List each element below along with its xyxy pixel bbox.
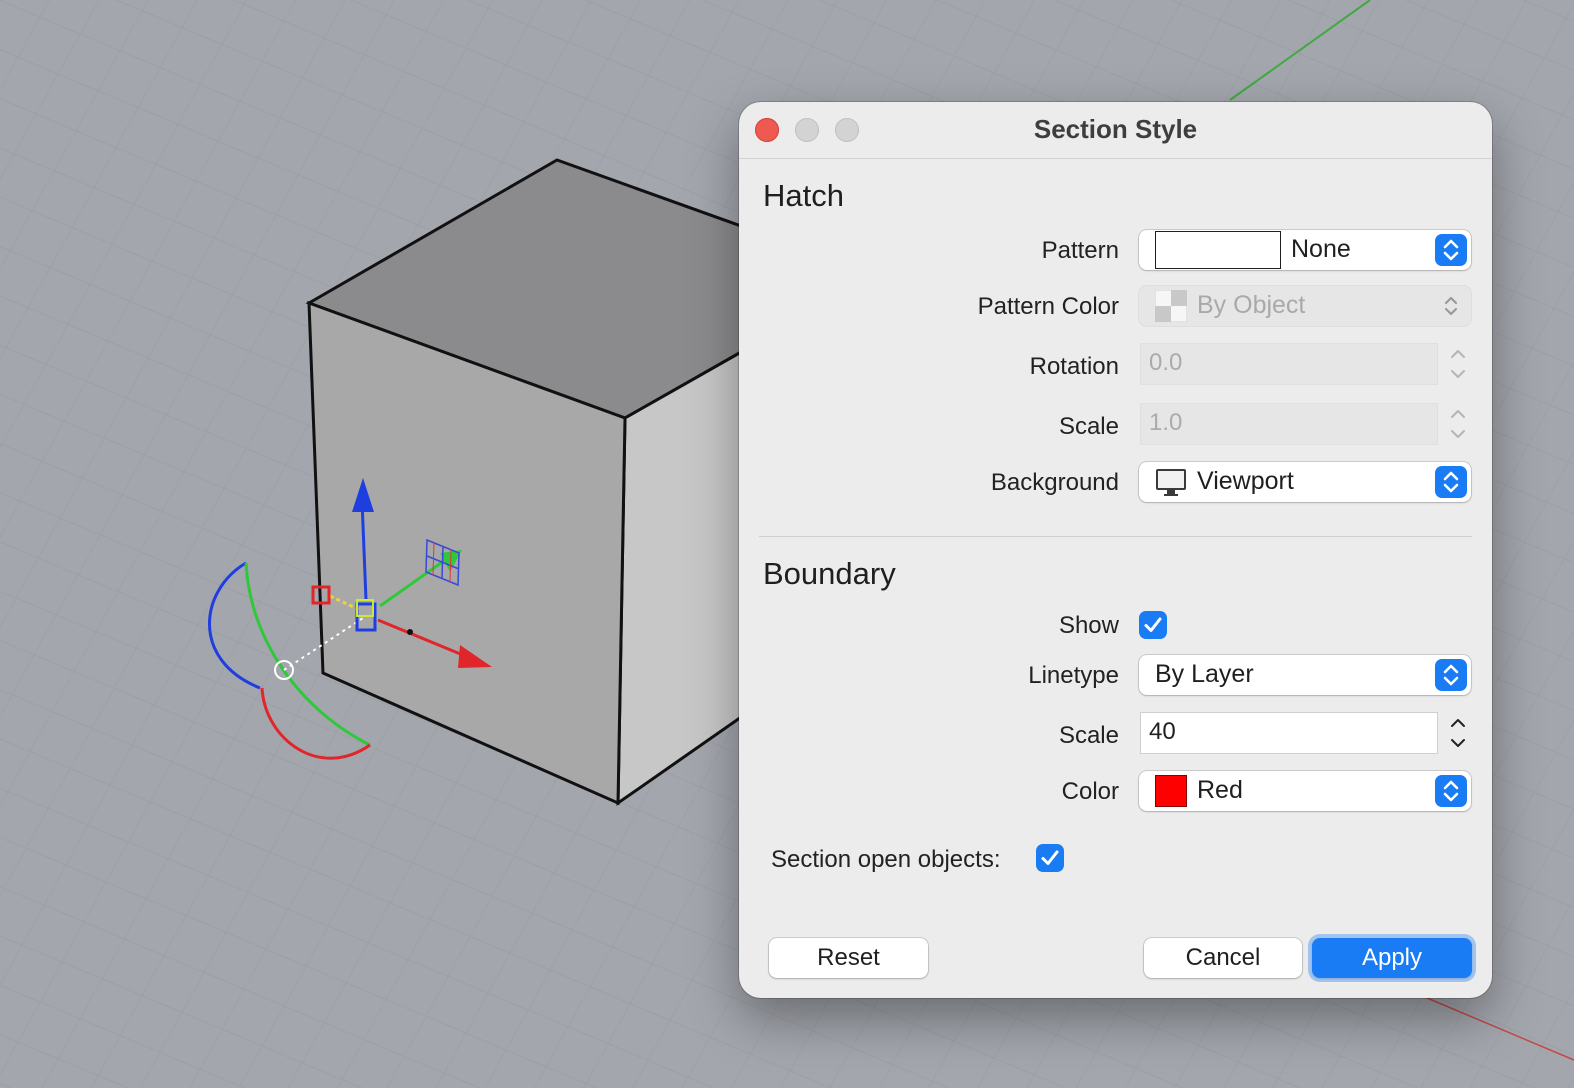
- stepper-down-icon[interactable]: [1445, 424, 1471, 444]
- color-label: Color: [1061, 778, 1119, 805]
- hatch-heading: Hatch: [763, 178, 844, 213]
- hatch-scale-value: 1.0: [1149, 409, 1183, 436]
- stepper-down-icon[interactable]: [1445, 364, 1471, 384]
- linetype-label: Linetype: [1028, 662, 1119, 689]
- title-bar[interactable]: Section Style: [739, 102, 1492, 159]
- pattern-value: None: [1291, 235, 1351, 263]
- boundary-scale-label: Scale: [1058, 722, 1119, 749]
- rotation-field[interactable]: 0.0: [1141, 344, 1437, 384]
- pattern-popup[interactable]: None: [1139, 230, 1471, 270]
- color-swatch: [1155, 775, 1187, 807]
- window-title: Section Style: [1033, 114, 1198, 144]
- chevron-updown-icon: [1435, 659, 1467, 691]
- monitor-icon: [1155, 466, 1187, 498]
- background-value: Viewport: [1197, 467, 1294, 495]
- hatch-scale-field[interactable]: 1.0: [1141, 404, 1437, 444]
- section-style-dialog: Section Style Hatch Pattern None Pattern…: [739, 102, 1492, 998]
- background-label: Background: [990, 469, 1119, 496]
- section-open-objects-checkbox[interactable]: [1036, 844, 1064, 872]
- pattern-label: Pattern: [1041, 237, 1119, 264]
- color-popup[interactable]: Red: [1139, 771, 1471, 811]
- stepper-up-icon[interactable]: [1445, 344, 1471, 364]
- rotation-value: 0.0: [1149, 349, 1183, 376]
- stepper-up-icon[interactable]: [1445, 713, 1471, 733]
- chevron-updown-icon: [1435, 234, 1467, 266]
- hatch-scale-stepper[interactable]: [1445, 404, 1471, 444]
- linetype-value: By Layer: [1155, 660, 1254, 688]
- show-checkbox[interactable]: [1139, 611, 1167, 639]
- section-open-objects-label: Section open objects:: [771, 846, 1001, 873]
- boundary-heading: Boundary: [763, 556, 896, 591]
- chevron-updown-icon: [1435, 775, 1467, 807]
- pattern-color-popup[interactable]: By Object: [1139, 286, 1471, 326]
- rotation-stepper[interactable]: [1445, 344, 1471, 384]
- pattern-color-label: Pattern Color: [977, 293, 1119, 320]
- show-label: Show: [1058, 612, 1119, 639]
- color-value: Red: [1197, 776, 1243, 804]
- boundary-scale-stepper[interactable]: [1445, 713, 1471, 753]
- pattern-preview-swatch: [1155, 231, 1281, 269]
- stepper-down-icon[interactable]: [1445, 733, 1471, 753]
- chevron-updown-icon: [1435, 466, 1467, 498]
- boundary-scale-field[interactable]: 40: [1141, 713, 1437, 753]
- reset-button[interactable]: Reset: [769, 938, 928, 978]
- chevron-updown-icon: [1435, 290, 1467, 322]
- cancel-button[interactable]: Cancel: [1144, 938, 1302, 978]
- stepper-up-icon[interactable]: [1445, 404, 1471, 424]
- apply-button[interactable]: Apply: [1312, 938, 1472, 978]
- pattern-color-value: By Object: [1197, 291, 1306, 319]
- linetype-popup[interactable]: By Layer: [1139, 655, 1471, 695]
- checkmark-icon: [1041, 850, 1059, 865]
- boundary-scale-value: 40: [1149, 718, 1176, 745]
- checkmark-icon: [1144, 617, 1162, 632]
- rotation-label: Rotation: [1029, 353, 1119, 380]
- by-object-color-icon: [1154, 289, 1188, 323]
- background-popup[interactable]: Viewport: [1139, 462, 1471, 502]
- section-divider: [759, 536, 1472, 537]
- hatch-scale-label: Scale: [1058, 413, 1119, 440]
